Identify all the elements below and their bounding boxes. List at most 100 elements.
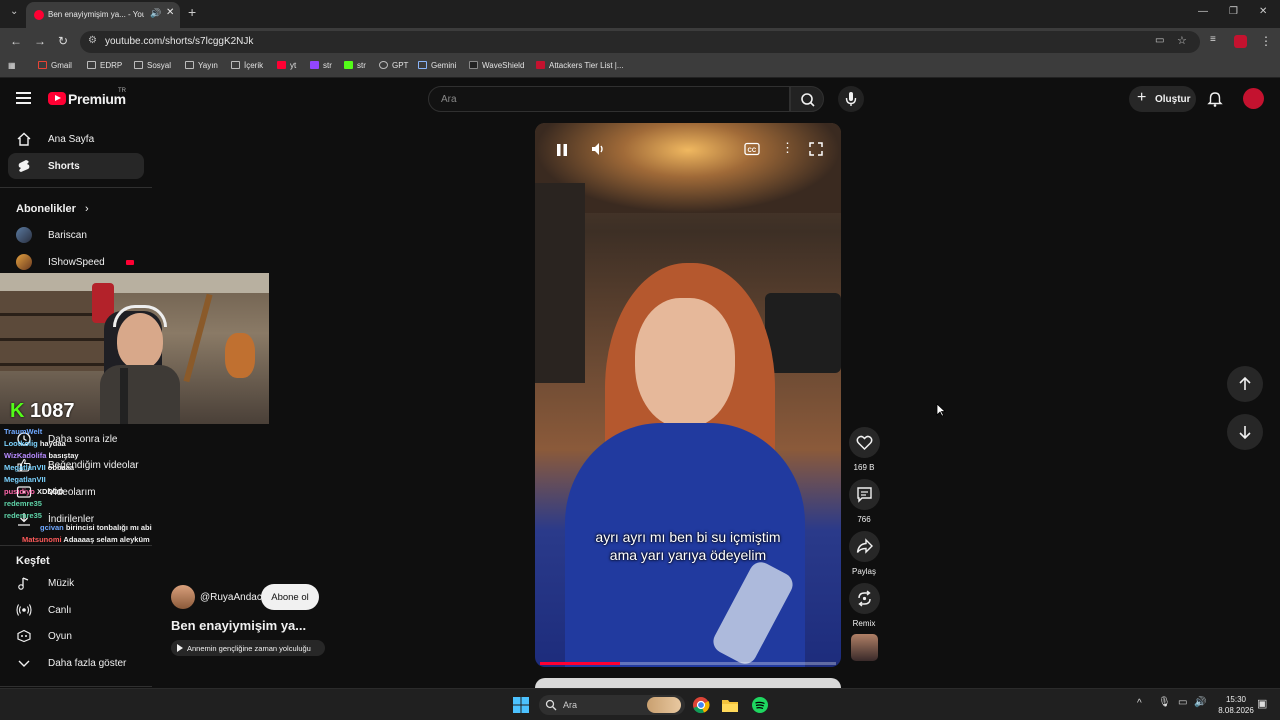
- channel-avatar[interactable]: [171, 585, 195, 609]
- next-short-button[interactable]: [1227, 414, 1263, 450]
- cast-icon[interactable]: ▭: [1155, 35, 1164, 46]
- address-bar[interactable]: ⚙ youtube.com/shorts/s7lcggK2NJk ▭ ☆: [80, 31, 1200, 53]
- captions-icon[interactable]: CC: [744, 142, 760, 156]
- bookmark-yayin[interactable]: Yayın: [185, 61, 218, 70]
- gmail-icon: [38, 61, 47, 69]
- subscription-bariscan[interactable]: Bariscan: [8, 222, 144, 248]
- account-avatar[interactable]: [1243, 88, 1264, 109]
- sidebar-divider: [0, 686, 152, 687]
- speaker-icon[interactable]: 🔊: [1194, 697, 1206, 708]
- bookmark-label: yt: [290, 61, 297, 70]
- sidebar-item-music[interactable]: Müzik: [8, 570, 144, 596]
- previous-short-button[interactable]: [1227, 366, 1263, 402]
- microphone-tray-icon[interactable]: 🎙: [1158, 697, 1171, 708]
- pause-icon[interactable]: [555, 142, 569, 158]
- file-explorer-icon[interactable]: [721, 697, 739, 713]
- voice-search-button[interactable]: [838, 86, 864, 112]
- subscribe-button[interactable]: Abone ol: [261, 584, 319, 610]
- subscriptions-heading[interactable]: Abonelikler ›: [16, 203, 89, 215]
- remix-button[interactable]: [849, 583, 880, 614]
- bookmark-yt[interactable]: yt: [277, 61, 296, 70]
- forward-button[interactable]: →: [34, 34, 46, 48]
- comments-button[interactable]: [849, 479, 880, 510]
- bookmark-label: str: [323, 61, 332, 70]
- bookmark-waveshield[interactable]: WaveShield: [469, 61, 524, 70]
- create-label: Oluştur: [1155, 94, 1191, 105]
- bookmark-sosyal[interactable]: Sosyal: [134, 61, 171, 70]
- bookmark-star-icon[interactable]: ☆: [1177, 34, 1187, 47]
- bookmark-label: Sosyal: [147, 61, 172, 70]
- subscription-ishowspeed[interactable]: IShowSpeed: [8, 249, 144, 275]
- taskbar-clock[interactable]: 15:30 8.08.2026: [1214, 694, 1258, 716]
- windows-start-icon[interactable]: [513, 697, 529, 713]
- share-button[interactable]: [849, 531, 880, 562]
- bookmark-gemini[interactable]: Gemini: [418, 61, 456, 70]
- profile-icon[interactable]: [1234, 35, 1247, 48]
- sidebar-item-home[interactable]: Ana Sayfa: [8, 126, 144, 152]
- sidebar-divider: [0, 187, 152, 188]
- notification-center-icon[interactable]: ▣: [1257, 697, 1267, 710]
- close-tab-icon[interactable]: ✕: [166, 7, 174, 18]
- reload-button[interactable]: ↻: [58, 34, 68, 48]
- bookmark-icerik[interactable]: İçerik: [231, 61, 263, 70]
- folder-icon: [185, 61, 194, 69]
- more-options-icon[interactable]: ⋮: [781, 140, 794, 156]
- taskbar-search[interactable]: Ara: [539, 695, 685, 715]
- browser-menu-icon[interactable]: ⋮: [1260, 34, 1272, 48]
- notifications-bell-icon[interactable]: [1206, 90, 1224, 108]
- reading-list-icon[interactable]: ≡: [1210, 34, 1216, 45]
- folder-icon: [231, 61, 240, 69]
- sidebar-item-shorts[interactable]: Shorts: [8, 153, 144, 179]
- minimize-button[interactable]: —: [1198, 6, 1208, 17]
- restore-button[interactable]: ❐: [1229, 6, 1238, 17]
- channel-name[interactable]: @RuyaAndac: [200, 592, 262, 603]
- chat-text: obbaaa: [47, 463, 75, 472]
- search-input[interactable]: Ara: [428, 86, 790, 112]
- chat-text: XDDDD: [36, 487, 64, 496]
- close-window-button[interactable]: ✕: [1259, 6, 1267, 17]
- spotify-icon[interactable]: [751, 696, 769, 714]
- sidebar-item-show-more[interactable]: Daha fazla göster: [8, 650, 144, 676]
- volume-icon[interactable]: [590, 141, 606, 157]
- browser-tab-bar: ⌄ Ben enayiymişim ya... - You 🔊 ✕ + — ❐ …: [0, 0, 1280, 28]
- video-title[interactable]: Ben enayiymişim ya...: [171, 618, 306, 633]
- chrome-icon[interactable]: [692, 696, 710, 714]
- bookmark-edrp[interactable]: EDRP: [87, 61, 122, 70]
- search-button[interactable]: [790, 86, 824, 112]
- share-icon: [856, 538, 873, 554]
- bookmark-gmail[interactable]: Gmail: [38, 61, 72, 70]
- chat-message: Lootkolig haydaa: [4, 439, 66, 448]
- woman-face: [635, 298, 735, 428]
- heart-icon: [856, 435, 873, 451]
- sidebar-item-live[interactable]: Canlı: [8, 597, 144, 623]
- back-button[interactable]: ←: [10, 34, 22, 48]
- playlist-chip[interactable]: Annemin gençliğine zaman yolculuğu: [171, 640, 325, 656]
- subscribe-label: Abone ol: [271, 592, 309, 603]
- site-info-icon[interactable]: ⚙: [88, 35, 97, 46]
- chevron-up-icon[interactable]: ^: [1137, 698, 1142, 709]
- shorts-video-player[interactable]: CC ⋮ ayrı ayrı mı ben bi su içmiştim ama…: [535, 123, 841, 667]
- network-icon[interactable]: ▭: [1178, 697, 1187, 708]
- microphone-icon: [845, 92, 857, 106]
- fullscreen-icon[interactable]: [809, 142, 823, 156]
- create-button[interactable]: + Oluştur: [1129, 86, 1196, 112]
- hamburger-menu-icon[interactable]: [16, 92, 31, 104]
- bookmark-attackers-tier-list[interactable]: Attackers Tier List |...: [536, 61, 624, 70]
- sidebar-item-label: Daha fazla göster: [48, 658, 127, 669]
- tab-list-icon[interactable]: ⌄: [10, 6, 18, 17]
- sidebar-item-gaming[interactable]: Oyun: [8, 623, 144, 649]
- video-progress-bar[interactable]: [540, 662, 836, 665]
- bookmark-label: Gemini: [431, 61, 457, 70]
- sound-thumbnail[interactable]: [851, 634, 878, 661]
- bookmarks-bar: ▦ Gmail EDRP Sosyal Yayın İçerik yt str …: [0, 56, 1280, 78]
- new-tab-button[interactable]: +: [188, 4, 196, 20]
- like-button[interactable]: [849, 427, 880, 458]
- apps-grid-icon[interactable]: ▦: [8, 61, 16, 70]
- audio-playing-icon[interactable]: 🔊: [150, 8, 161, 19]
- bookmark-gpt[interactable]: GPT: [379, 61, 408, 70]
- arrow-down-icon: [1239, 426, 1251, 440]
- bookmark-str-kick[interactable]: str: [344, 61, 366, 70]
- browser-tab-active[interactable]: Ben enayiymişim ya... - You 🔊 ✕: [26, 2, 180, 28]
- bookmark-str-twitch[interactable]: str: [310, 61, 332, 70]
- home-icon: [17, 132, 31, 146]
